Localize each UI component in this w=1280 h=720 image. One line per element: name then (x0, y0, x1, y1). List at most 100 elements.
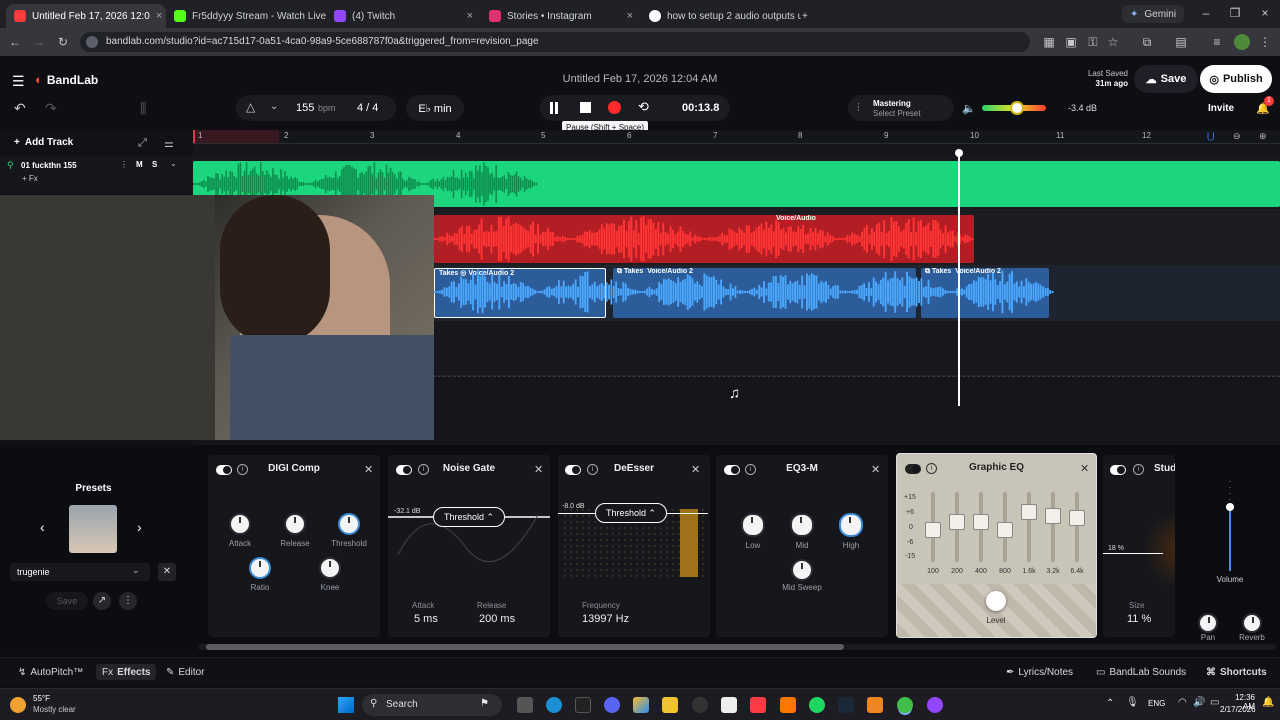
reload-icon[interactable]: ↻ (56, 35, 70, 49)
publish-button[interactable]: ◎ Publish (1200, 65, 1272, 93)
stop-icon[interactable] (580, 102, 591, 113)
loop-icon[interactable]: ⟲ (638, 99, 649, 115)
battery-icon[interactable]: ▭ (1210, 697, 1219, 708)
record-icon[interactable] (608, 101, 621, 114)
eq-band-track[interactable] (1027, 492, 1031, 562)
low-knob[interactable] (743, 515, 763, 535)
close-icon[interactable]: ✕ (364, 463, 373, 476)
apple-music-icon[interactable] (750, 697, 766, 713)
size-value[interactable]: 11 % (1127, 613, 1151, 625)
metronome-icon[interactable]: △ (246, 100, 255, 114)
browser-tab-google[interactable]: how to setup 2 audio outputs u × (641, 4, 801, 28)
previous-preset-icon[interactable]: ‹ (40, 519, 45, 535)
install-app-icon[interactable]: ▣ (1064, 35, 1078, 49)
weather-icon[interactable] (10, 697, 26, 713)
frequency-value[interactable]: 13997 Hz (582, 613, 629, 625)
edge-icon[interactable] (546, 697, 562, 713)
browser-tab-instagram[interactable]: Stories • Instagram × (481, 4, 641, 28)
add-music-icon[interactable]: ♫ (729, 385, 740, 402)
track-header-1[interactable]: ⚲ 01 fuckthn 155 + Fx ⋮ M S ⌄ (0, 156, 193, 194)
preset-save-button[interactable]: Save (46, 592, 88, 610)
site-info-icon[interactable] (86, 36, 98, 48)
eq-band-handle[interactable] (997, 522, 1013, 538)
frequency-band[interactable] (680, 509, 698, 577)
level-knob[interactable] (986, 591, 1006, 611)
kebab-menu-icon[interactable]: ⋮ (120, 160, 128, 169)
master-volume-handle[interactable] (1010, 101, 1024, 115)
eq-band-handle[interactable] (973, 514, 989, 530)
high-knob[interactable] (841, 515, 861, 535)
sidepanel-icon[interactable]: ▤ (1174, 35, 1188, 49)
track-name[interactable]: 01 fuckthn 155 (21, 161, 77, 170)
wifi-icon[interactable]: ◠ (1178, 697, 1187, 708)
save-button[interactable]: ☁ Save (1134, 65, 1198, 93)
close-window-icon[interactable]: × (1258, 6, 1272, 20)
rack-scrollbar[interactable] (198, 644, 1276, 650)
more-options-icon[interactable]: ⋮ (119, 592, 137, 610)
eq-band-handle[interactable] (1045, 508, 1061, 524)
attack-value[interactable]: 5 ms (414, 613, 438, 625)
threshold-knob[interactable] (340, 515, 358, 533)
profile-avatar[interactable] (1234, 34, 1250, 50)
undo-icon[interactable]: ↶ (14, 100, 26, 117)
pan-knob[interactable] (1200, 615, 1216, 631)
file-explorer-icon[interactable] (662, 697, 678, 713)
maximize-icon[interactable]: ❐ (1228, 6, 1242, 20)
eq-band-track[interactable] (1051, 492, 1055, 562)
close-tab-icon[interactable]: × (156, 10, 162, 22)
zoom-out-icon[interactable]: ⊖ (1233, 131, 1241, 142)
preset-select[interactable]: trugenie ⌄ (10, 563, 150, 581)
time-signature[interactable]: 4 / 4 (357, 102, 378, 114)
mid-sweep-knob[interactable] (793, 561, 811, 579)
notifications-bell-icon[interactable]: 🔔 (1262, 697, 1274, 708)
close-icon[interactable]: ✕ (534, 463, 543, 476)
browser-tab-bandlab[interactable]: Untitled Feb 17, 2026 12:0 × (6, 4, 166, 28)
extensions-icon[interactable]: ⧉ (1140, 35, 1154, 49)
shortcuts-button[interactable]: ⌘ Shortcuts (1206, 664, 1267, 680)
forward-arrow-icon[interactable]: → (32, 35, 46, 49)
loop-region[interactable] (193, 130, 279, 143)
obs-icon[interactable] (927, 697, 943, 713)
release-value[interactable]: 200 ms (479, 613, 515, 625)
mastering-button[interactable]: ⫶ Mastering Select Preset (848, 95, 954, 121)
browser-tab-kick[interactable]: Fr5ddyyy Stream - Watch Live c × (166, 4, 326, 28)
eq-band-handle[interactable] (1021, 504, 1037, 520)
soundcloud-icon[interactable] (780, 697, 796, 713)
chevron-up-icon[interactable]: ⌃ (1106, 698, 1114, 709)
editor-tab[interactable]: ✎ Editor (166, 664, 205, 680)
mute-button[interactable]: M (136, 160, 143, 169)
wand-icon[interactable]: ⤢ (138, 137, 147, 150)
key-selector[interactable]: E♭ min (406, 95, 464, 121)
share-preset-icon[interactable]: ↗ (93, 592, 111, 610)
fl-studio-icon[interactable] (867, 697, 883, 713)
timeline-ruler[interactable]: 1 2 3 4 5 6 7 8 9 10 11 12 ⋃ ⊖ ⊕ (193, 130, 1280, 144)
password-key-icon[interactable]: ⚿ (1086, 35, 1100, 49)
snap-magnet-icon[interactable]: ⋃ (1207, 131, 1214, 142)
add-track-button[interactable]: + Add Track (14, 137, 73, 148)
eq-band-handle[interactable] (1069, 510, 1085, 526)
chatgpt-icon[interactable] (692, 697, 708, 713)
close-icon[interactable]: ✕ (1080, 462, 1089, 475)
playhead[interactable] (958, 154, 960, 406)
autopitch-button[interactable]: ↯ AutoPitch™ (18, 664, 83, 680)
spotify-icon[interactable] (809, 697, 825, 713)
pause-icon[interactable] (550, 102, 558, 114)
media-control-icon[interactable]: ≡ (1210, 35, 1224, 49)
minimize-icon[interactable]: – (1199, 6, 1213, 20)
store-icon[interactable] (721, 697, 737, 713)
close-tab-icon[interactable]: × (467, 10, 473, 22)
speaker-icon[interactable]: 🔈 (962, 102, 976, 115)
bookmark-star-icon[interactable]: ☆ (1106, 35, 1120, 49)
taskbar-search[interactable]: ⚲ Search ⚑ (362, 694, 502, 716)
track-settings-icon[interactable]: ⚌ (164, 137, 174, 150)
chevron-down-icon[interactable]: ⌄ (170, 159, 177, 168)
steam-icon[interactable] (838, 697, 854, 713)
reverb-knob[interactable] (1244, 615, 1260, 631)
close-icon[interactable]: ✕ (691, 463, 700, 476)
mixer-icon[interactable]: ⫼ (140, 100, 146, 117)
gemini-button[interactable]: ✦ Gemini (1122, 5, 1184, 23)
eq-band-handle[interactable] (949, 514, 965, 530)
info-icon[interactable]: i (1133, 464, 1144, 475)
solo-button[interactable]: S (152, 160, 157, 169)
next-preset-icon[interactable]: › (137, 519, 142, 535)
